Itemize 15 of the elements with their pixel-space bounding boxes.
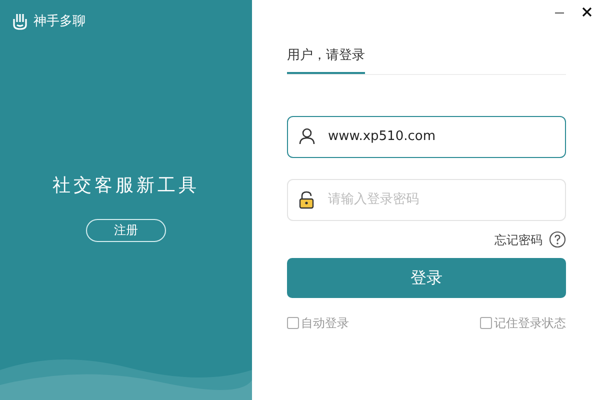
close-icon[interactable]	[580, 5, 594, 19]
login-tab[interactable]: 用户，请登录	[287, 46, 365, 74]
checkbox[interactable]	[480, 316, 492, 328]
forgot-password-link[interactable]: 忘记密码	[494, 230, 542, 248]
tagline: 社交客服新工具	[52, 174, 200, 198]
checkbox[interactable]	[287, 316, 299, 328]
login-button[interactable]: 登录	[287, 258, 566, 298]
checkbox-label: 自动登录	[301, 314, 349, 332]
checkbox-label: 记住登录状态	[494, 314, 566, 332]
app-name: 神手多聊	[34, 13, 86, 31]
password-field[interactable]: 请输入登录密码	[287, 178, 566, 220]
username-field[interactable]: www.xp510.com	[287, 116, 566, 158]
register-button[interactable]: 注册	[86, 218, 166, 242]
help-icon[interactable]	[549, 231, 566, 248]
hand-logo-icon	[13, 13, 27, 30]
